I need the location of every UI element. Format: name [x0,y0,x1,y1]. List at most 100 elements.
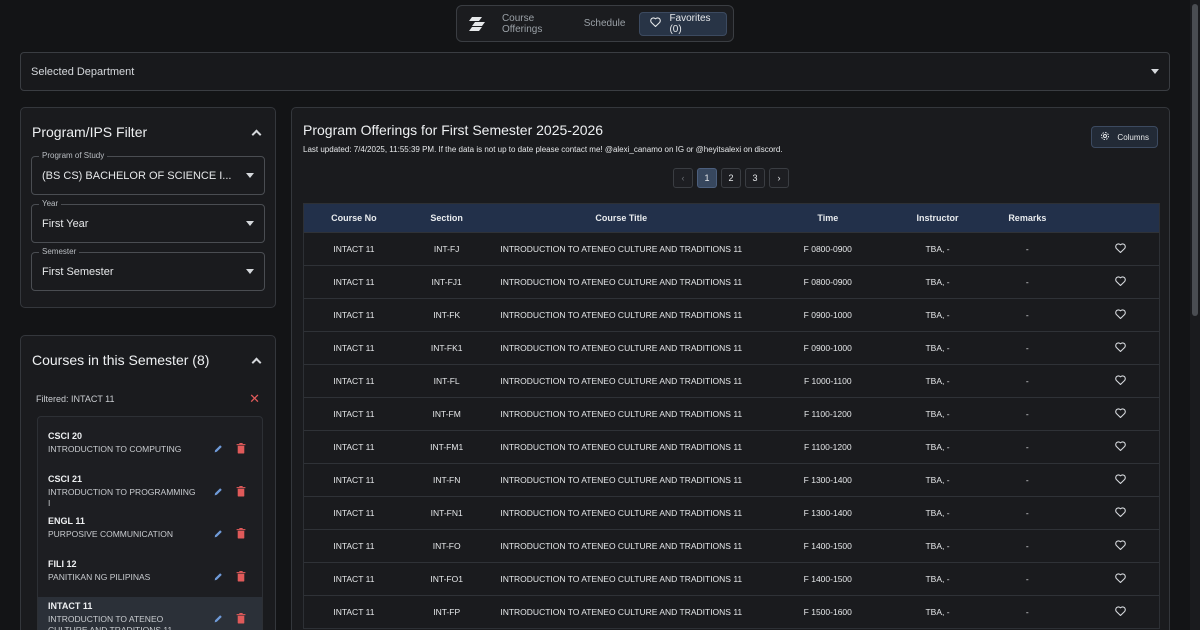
course-list-item[interactable]: CSCI 20 INTRODUCTION TO COMPUTING [38,427,262,469]
year-value: First Year [42,217,89,230]
course-code: ENGL 11 [48,516,85,526]
table-row: INTACT 11 INT-FM1 INTRODUCTION TO ATENEO C… [304,430,1159,463]
edit-icon[interactable] [213,484,224,502]
course-code: INTACT 11 [48,601,93,611]
favorite-heart-icon[interactable] [1115,573,1126,585]
offerings-table: Course No Section Course Title Time Inst… [303,203,1160,629]
favorite-heart-icon[interactable] [1115,606,1126,618]
edit-icon[interactable] [213,611,224,629]
cell-instructor: TBA, - [925,310,950,320]
table-row: INTACT 11 INT-FP INTRODUCTION TO ATENEO CU… [304,595,1159,628]
cell-section: INT-FK1 [430,343,463,353]
table-row: INTACT 11 INT-FM INTRODUCTION TO ATENEO CU… [304,397,1159,430]
course-code: CSCI 20 [48,431,83,441]
course-list-item[interactable]: INTACT 11 INTRODUCTION TO ATENEO CULTURE … [38,597,262,630]
header-instructor[interactable]: Instructor [903,213,973,223]
course-list-item[interactable]: ENGL 11 PURPOSIVE COMMUNICATION [38,512,262,554]
delete-icon[interactable] [236,441,246,459]
chevron-up-icon[interactable] [251,357,262,367]
table-header: Course No Section Course Title Time Inst… [304,204,1159,232]
cell-course-title: INTRODUCTION TO ATENEO CULTURE AND TRADI… [500,277,743,287]
course-list: CSCI 20 INTRODUCTION TO COMPUTING CSCI 21 I… [37,416,263,630]
cell-remarks: - [1025,376,1029,386]
cell-course-no: INTACT 11 [333,244,375,254]
cell-section: INT-FP [433,607,461,617]
favorite-heart-icon[interactable] [1115,507,1126,519]
cell-time: F 1100-1200 [803,442,852,452]
edit-icon[interactable] [213,569,224,587]
course-list-item[interactable]: CSCI 21 INTRODUCTION TO PROGRAMMING I [38,470,262,512]
courses-header[interactable]: Courses in this Semester (8) [21,336,275,384]
year-select[interactable]: Year First Year [31,199,265,243]
pagination: ‹ 1 2 3 › [673,168,789,188]
nav-course-offerings[interactable]: Course Offerings [494,13,576,35]
columns-label: Columns [1117,132,1149,142]
header-course-title[interactable]: Course Title [490,213,753,223]
courses-panel: Courses in this Semester (8) Filtered: I… [20,335,276,630]
semester-label: Semester [39,247,80,256]
cell-remarks: - [1025,310,1029,320]
favorite-heart-icon[interactable] [1115,375,1126,387]
program-filter-title: Program/IPS Filter [32,124,148,140]
cell-time: F 1000-1100 [803,376,852,386]
semester-select[interactable]: Semester First Semester [31,247,265,291]
course-code: FILI 12 [48,558,77,569]
cell-course-no: INTACT 11 [333,343,375,353]
cell-course-title: INTRODUCTION TO ATENEO CULTURE AND TRADI… [500,508,743,518]
dropdown-caret-icon [246,221,254,226]
cell-time: F 0900-1000 [803,343,852,353]
chevron-up-icon[interactable] [251,129,262,139]
favorite-heart-icon[interactable] [1115,276,1126,288]
next-page-button[interactable]: › [769,168,789,188]
page-2-button[interactable]: 2 [721,168,741,188]
page-scrollbar[interactable] [1190,0,1200,630]
clear-filter-icon[interactable]: ✕ [249,391,260,407]
cell-course-no: INTACT 11 [333,574,375,584]
header-course-no[interactable]: Course No [304,213,404,223]
favorite-heart-icon[interactable] [1115,441,1126,453]
cell-section: INT-FN [432,475,461,485]
course-list-item[interactable]: FILI 12 PANITIKAN NG PILIPINAS [38,555,262,597]
page-3-button[interactable]: 3 [745,168,765,188]
cell-course-no: INTACT 11 [333,607,375,617]
cell-instructor: TBA, - [925,574,950,584]
delete-icon[interactable] [236,526,246,544]
header-section[interactable]: Section [404,213,490,223]
edit-icon[interactable] [213,526,224,544]
table-row: INTACT 11 INT-FJ1 INTRODUCTION TO ATENEO C… [304,265,1159,298]
favorite-heart-icon[interactable] [1115,309,1126,321]
favorite-heart-icon[interactable] [1115,408,1126,420]
favorite-heart-icon[interactable] [1115,474,1126,486]
columns-button[interactable]: Columns [1091,126,1158,148]
program-of-study-select[interactable]: Program of Study (BS CS) BACHELOR OF SCI… [31,151,265,195]
cell-instructor: TBA, - [925,244,950,254]
header-remarks[interactable]: Remarks [972,213,1082,223]
delete-icon[interactable] [236,569,246,587]
favorite-heart-icon[interactable] [1115,243,1126,255]
prev-page-button[interactable]: ‹ [673,168,693,188]
nav-schedule[interactable]: Schedule [576,18,634,29]
edit-icon[interactable] [213,441,224,459]
cell-time: F 1400-1500 [803,541,852,551]
cell-remarks: - [1025,541,1029,551]
delete-icon[interactable] [236,484,246,502]
header-time[interactable]: Time [753,213,903,223]
cell-time: F 1500-1600 [803,607,852,617]
course-code: CSCI 21 [48,473,83,484]
page-1-button[interactable]: 1 [697,168,717,188]
favorites-button[interactable]: Favorites (0) [639,11,727,36]
cell-instructor: TBA, - [925,343,950,353]
logo-icon[interactable] [467,12,488,36]
table-row: INTACT 11 INT-FJ INTRODUCTION TO ATENEO CU… [304,232,1159,265]
scrollbar-thumb[interactable] [1192,4,1198,316]
program-filter-header[interactable]: Program/IPS Filter [21,108,275,156]
favorite-heart-icon[interactable] [1115,540,1126,552]
cell-remarks: - [1025,475,1029,485]
chevron-right-icon: › [777,173,781,183]
cell-section: INT-FO [432,541,461,551]
delete-icon[interactable] [236,611,246,629]
department-select[interactable]: Selected Department [20,52,1170,91]
favorite-heart-icon[interactable] [1115,342,1126,354]
cell-remarks: - [1025,508,1029,518]
last-updated-text: Last updated: 7/4/2025, 11:55:39 PM. If … [303,145,783,154]
